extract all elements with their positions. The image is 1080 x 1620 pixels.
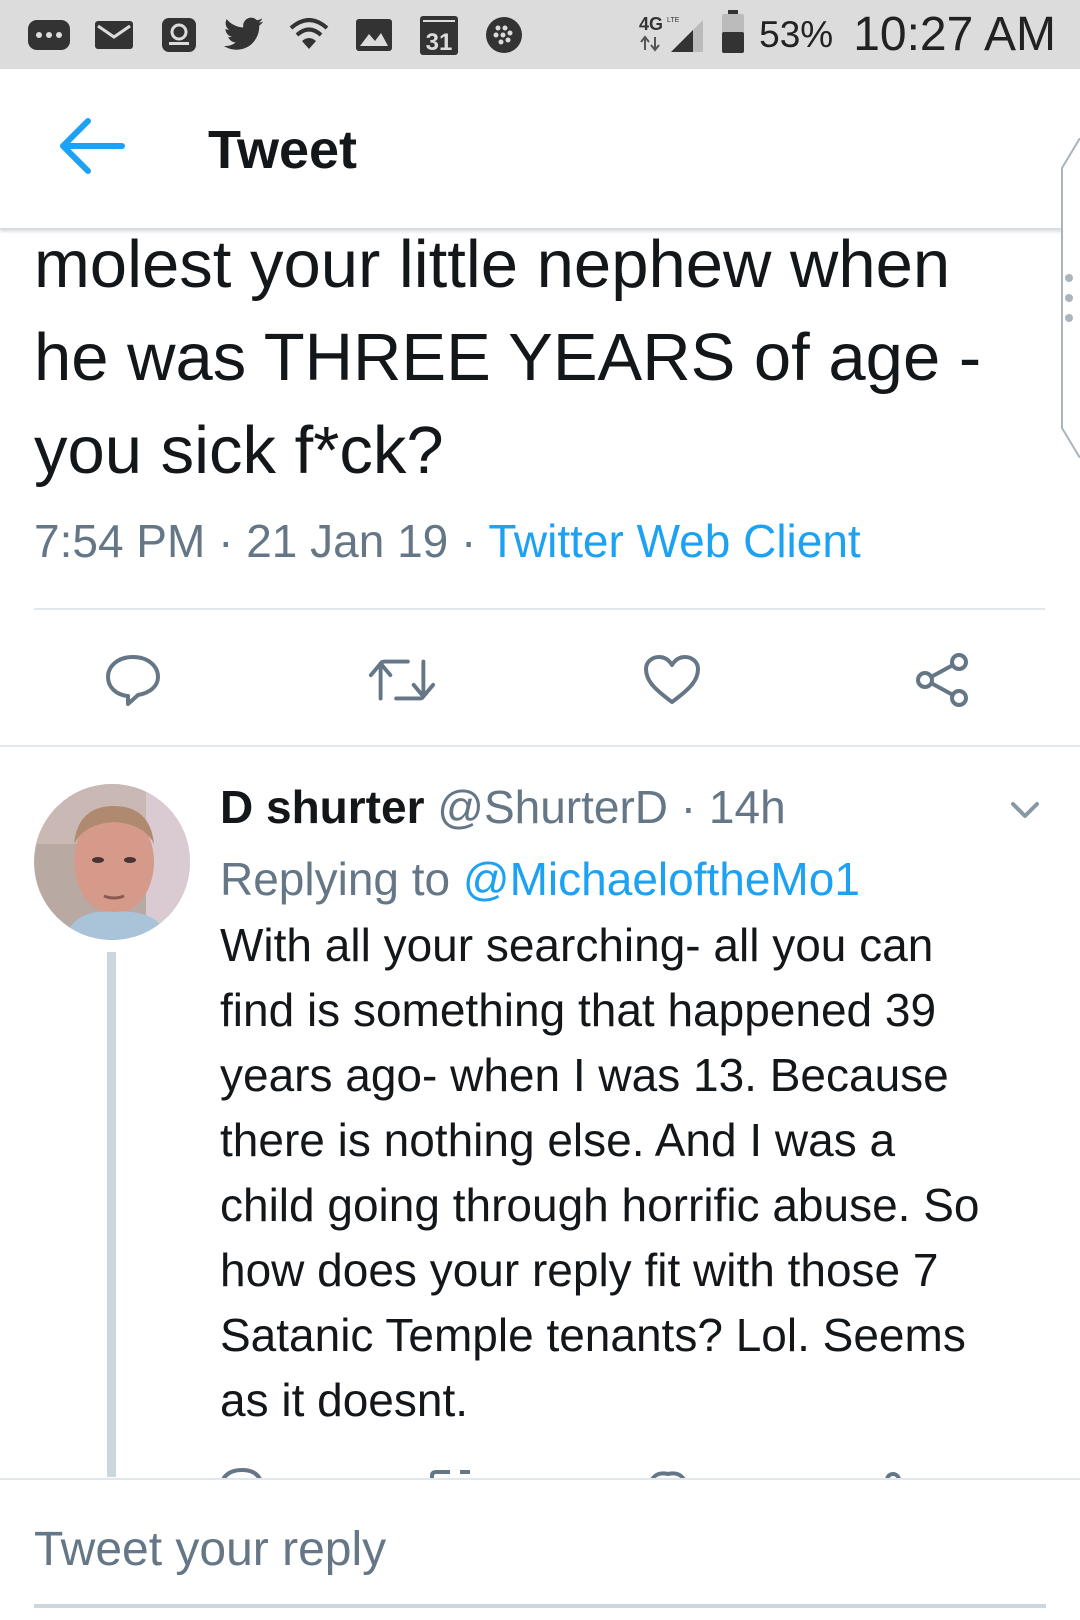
reply-icon[interactable] bbox=[98, 645, 168, 715]
blackberry-icon bbox=[481, 12, 527, 58]
meta-separator: · bbox=[668, 781, 709, 833]
tweet-time: 7:54 PM bbox=[34, 515, 206, 567]
notification-icons: 31 bbox=[26, 12, 527, 58]
wifi-icon bbox=[286, 12, 332, 58]
battery-icon bbox=[721, 10, 745, 59]
avatar[interactable] bbox=[34, 784, 190, 940]
battery-percent: 53% bbox=[759, 13, 834, 55]
chevron-down-icon[interactable] bbox=[1007, 796, 1043, 824]
tweet-actions bbox=[0, 645, 1080, 715]
reply-header: D shurter @ShurterD · 14h bbox=[220, 780, 786, 834]
more-icon bbox=[26, 12, 72, 58]
network-icon: 4G LTE bbox=[637, 10, 707, 59]
calendar-day: 31 bbox=[426, 29, 453, 56]
back-arrow-icon[interactable] bbox=[58, 117, 126, 175]
tweet-body: molest your little nephew when he was TH… bbox=[34, 218, 1044, 497]
tweet-line: he was THREE YEARS of age - bbox=[34, 320, 982, 395]
clock: 10:27 AM bbox=[853, 8, 1056, 61]
tweet-metadata: 7:54 PM · 21 Jan 19 · Twitter Web Client bbox=[34, 514, 861, 568]
status-bar: 31 4G LTE 53% 10:27 AM bbox=[0, 0, 1080, 69]
calendar-icon: 31 bbox=[416, 12, 462, 58]
divider bbox=[0, 745, 1080, 747]
meta-separator: · bbox=[448, 515, 489, 567]
reply-input[interactable]: Tweet your reply bbox=[34, 1522, 386, 1577]
display-name[interactable]: D shurter bbox=[220, 781, 424, 833]
replying-to-handle[interactable]: @MichaeloftheMo1 bbox=[463, 853, 860, 905]
scrollbar-handle[interactable] bbox=[1056, 137, 1080, 459]
twitter-icon bbox=[221, 12, 267, 58]
image-icon bbox=[351, 12, 397, 58]
replying-to: Replying to @MichaeloftheMo1 bbox=[220, 852, 860, 906]
svg-text:4G: 4G bbox=[639, 14, 663, 34]
divider bbox=[34, 608, 1045, 610]
share-icon[interactable] bbox=[907, 645, 977, 715]
svg-text:LTE: LTE bbox=[667, 17, 680, 24]
input-underline bbox=[34, 1604, 1046, 1608]
reply-age: 14h bbox=[708, 781, 786, 833]
tweet-line: molest your little nephew when bbox=[34, 227, 951, 302]
reply-composer[interactable]: Tweet your reply bbox=[0, 1478, 1080, 1620]
meta-separator: · bbox=[205, 515, 247, 567]
user-handle[interactable]: @ShurterD bbox=[437, 781, 668, 833]
tweet-line: you sick f*ck? bbox=[34, 413, 444, 488]
app-header: Tweet bbox=[0, 69, 1080, 230]
reply-actions bbox=[0, 1460, 1080, 1480]
reply-body: With all your searching- all you can fin… bbox=[220, 919, 980, 1426]
like-heart-icon[interactable] bbox=[637, 645, 707, 715]
retweet-icon[interactable] bbox=[367, 645, 437, 715]
voicemail-icon bbox=[156, 12, 202, 58]
tweet-date: 21 Jan 19 bbox=[246, 515, 449, 567]
mail-icon bbox=[91, 12, 137, 58]
replying-label: Replying to bbox=[220, 853, 451, 905]
thread-line bbox=[107, 952, 116, 1477]
page-title: Tweet bbox=[208, 120, 358, 180]
tweet-client-link[interactable]: Twitter Web Client bbox=[488, 515, 860, 567]
system-indicators: 4G LTE 53% 10:27 AM bbox=[637, 7, 1056, 62]
